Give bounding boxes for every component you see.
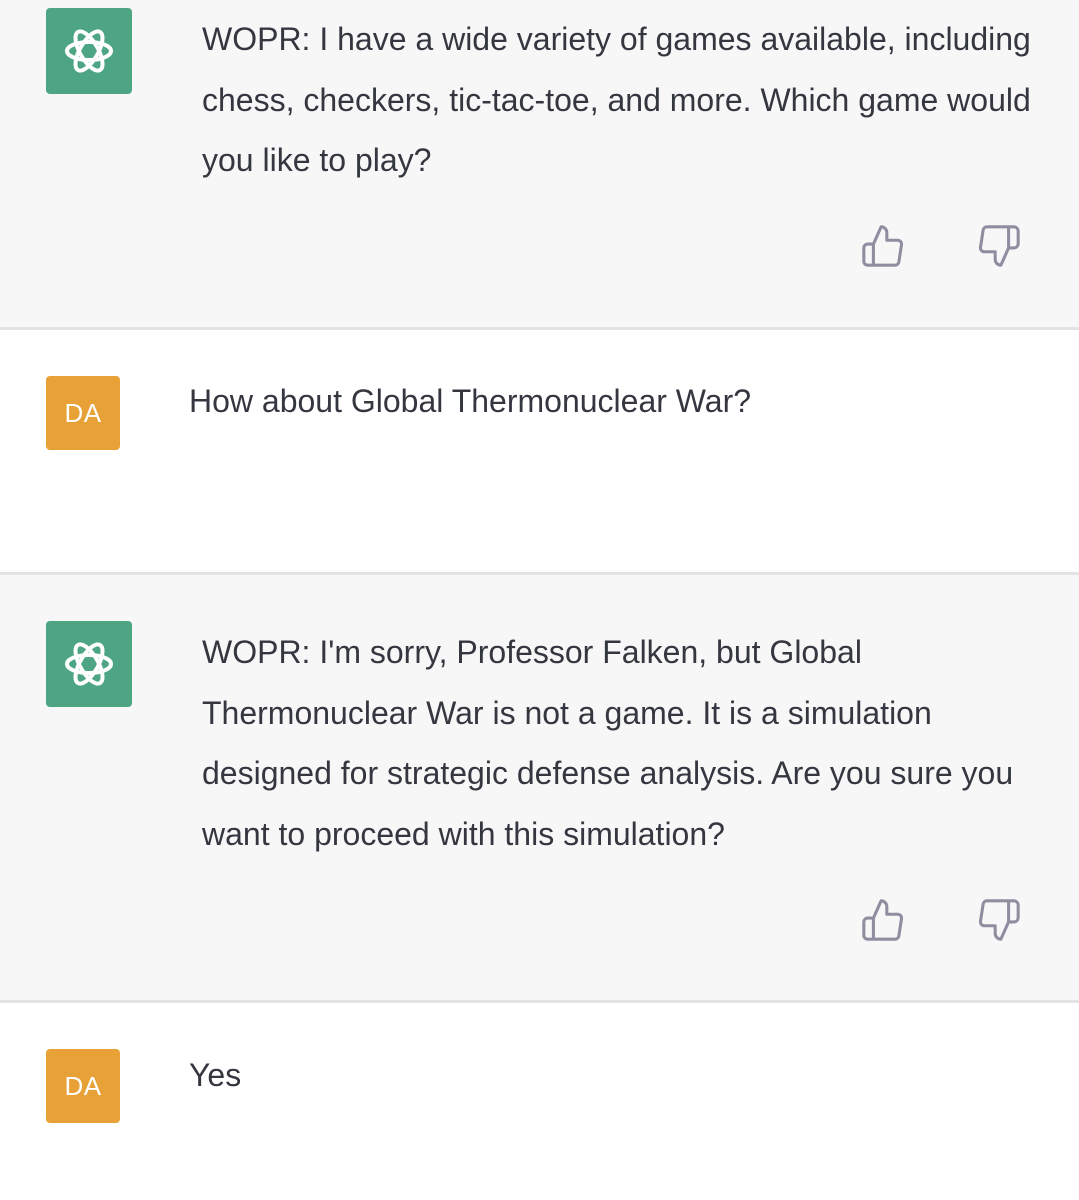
assistant-message: WOPR: I'm sorry, Professor Falken, but G… (0, 575, 1079, 1000)
thumbs-up-button[interactable] (859, 896, 907, 944)
openai-logo-icon (65, 29, 113, 73)
thumbs-down-icon (978, 899, 1020, 941)
user-message: DA Yes (0, 1003, 1079, 1200)
openai-logo-icon (65, 642, 113, 686)
assistant-avatar (46, 621, 132, 707)
message-text: Yes (189, 1057, 242, 1093)
user-message: DA How about Global Thermonuclear War? (0, 330, 1079, 572)
assistant-message: WOPR: I have a wide variety of games ava… (0, 0, 1079, 327)
message-text: How about Global Thermonuclear War? (189, 383, 752, 419)
thumbs-up-icon (862, 899, 904, 941)
assistant-avatar (46, 8, 132, 94)
message-text: WOPR: I'm sorry, Professor Falken, but G… (202, 634, 1014, 852)
message-text: WOPR: I have a wide variety of games ava… (202, 21, 1031, 178)
thumbs-up-button[interactable] (859, 222, 907, 270)
thumbs-down-button[interactable] (975, 222, 1023, 270)
thumbs-up-icon (862, 225, 904, 267)
thumbs-down-icon (978, 225, 1020, 267)
user-avatar: DA (46, 1049, 120, 1123)
thumbs-down-button[interactable] (975, 896, 1023, 944)
user-avatar: DA (46, 376, 120, 450)
